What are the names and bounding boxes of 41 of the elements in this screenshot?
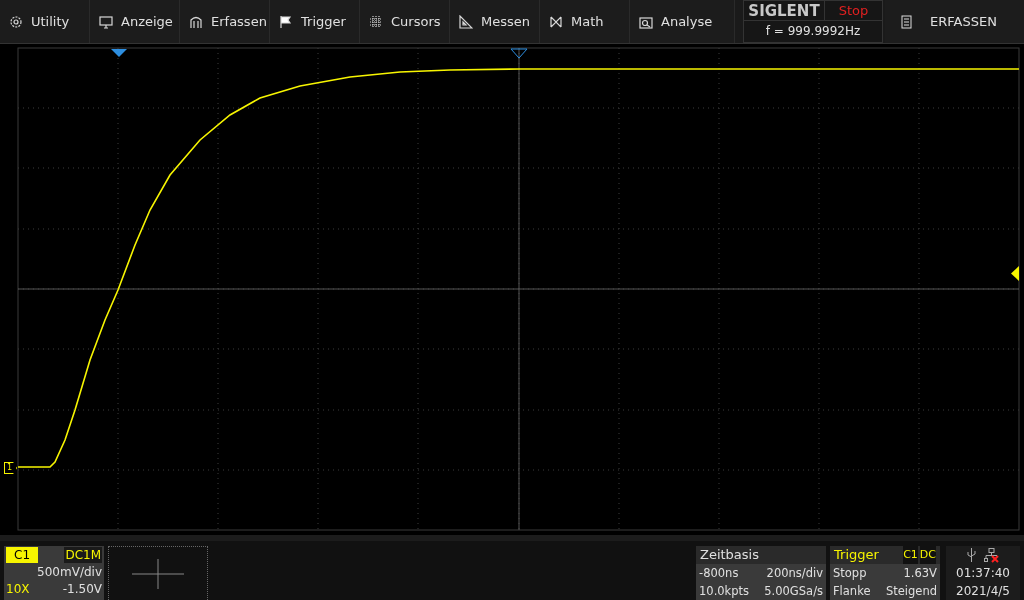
- arch-icon: [189, 14, 203, 29]
- clock-time: 01:37:40: [956, 565, 1010, 582]
- trigger-coupling: DC: [919, 546, 936, 564]
- run-state: Stop: [824, 1, 882, 20]
- monitor-icon: [99, 14, 113, 29]
- trigger-title: Trigger: [834, 546, 879, 564]
- delay-marker-icon: [510, 48, 528, 59]
- math-icon: [549, 14, 563, 29]
- clipboard-icon: [901, 14, 912, 29]
- coupling-label: DC1M: [64, 547, 102, 563]
- sample-rate: 5.00GSa/s: [764, 583, 823, 600]
- horizontal-scale: 200ns/div: [766, 565, 823, 582]
- analyse-icon: [639, 14, 653, 29]
- horizontal-delay: -800ns: [699, 565, 739, 582]
- network-disconnected-icon: [984, 547, 999, 563]
- brand-logo: SIGLENT: [747, 1, 821, 20]
- trigger-type: Flanke: [833, 583, 871, 600]
- trigger-slope: Steigend: [885, 583, 937, 600]
- trigger-state: Stopp: [833, 565, 867, 582]
- vertical-offset: -1.50V: [62, 581, 102, 598]
- grid-icon: [369, 14, 383, 29]
- frequency-readout: f = 999.9992Hz: [764, 23, 862, 40]
- gear-icon: [9, 14, 23, 29]
- clock-date: 2021/4/5: [956, 583, 1010, 600]
- plus-icon: [132, 559, 184, 589]
- usb-icon: [967, 548, 976, 562]
- trigger-panel[interactable]: Trigger C1 DC Stopp 1.63V Flanke Steigend: [830, 546, 940, 600]
- probe-ratio: 10X: [6, 581, 30, 598]
- trigger-level-icon[interactable]: [1011, 266, 1019, 281]
- trigger-source: C1: [903, 546, 918, 564]
- trigger-position-icon[interactable]: [111, 49, 127, 57]
- trigger-level: 1.63V: [903, 565, 937, 582]
- memory-depth: 10.0kpts: [699, 583, 750, 600]
- ruler-icon: [459, 14, 473, 29]
- channel-label: C1: [6, 547, 38, 563]
- timebase-panel[interactable]: Zeitbasis -800ns 200ns/div 10.0kpts 5.00GSa/s: [696, 546, 826, 600]
- timebase-title: Zeitbasis: [696, 546, 826, 564]
- add-channel-button[interactable]: [108, 546, 208, 600]
- vertical-scale: 500mV/div: [37, 564, 102, 581]
- channel-panel[interactable]: C1 DC1M 500mV/div 10X -1.50V: [4, 546, 104, 600]
- flag-icon: [279, 14, 293, 29]
